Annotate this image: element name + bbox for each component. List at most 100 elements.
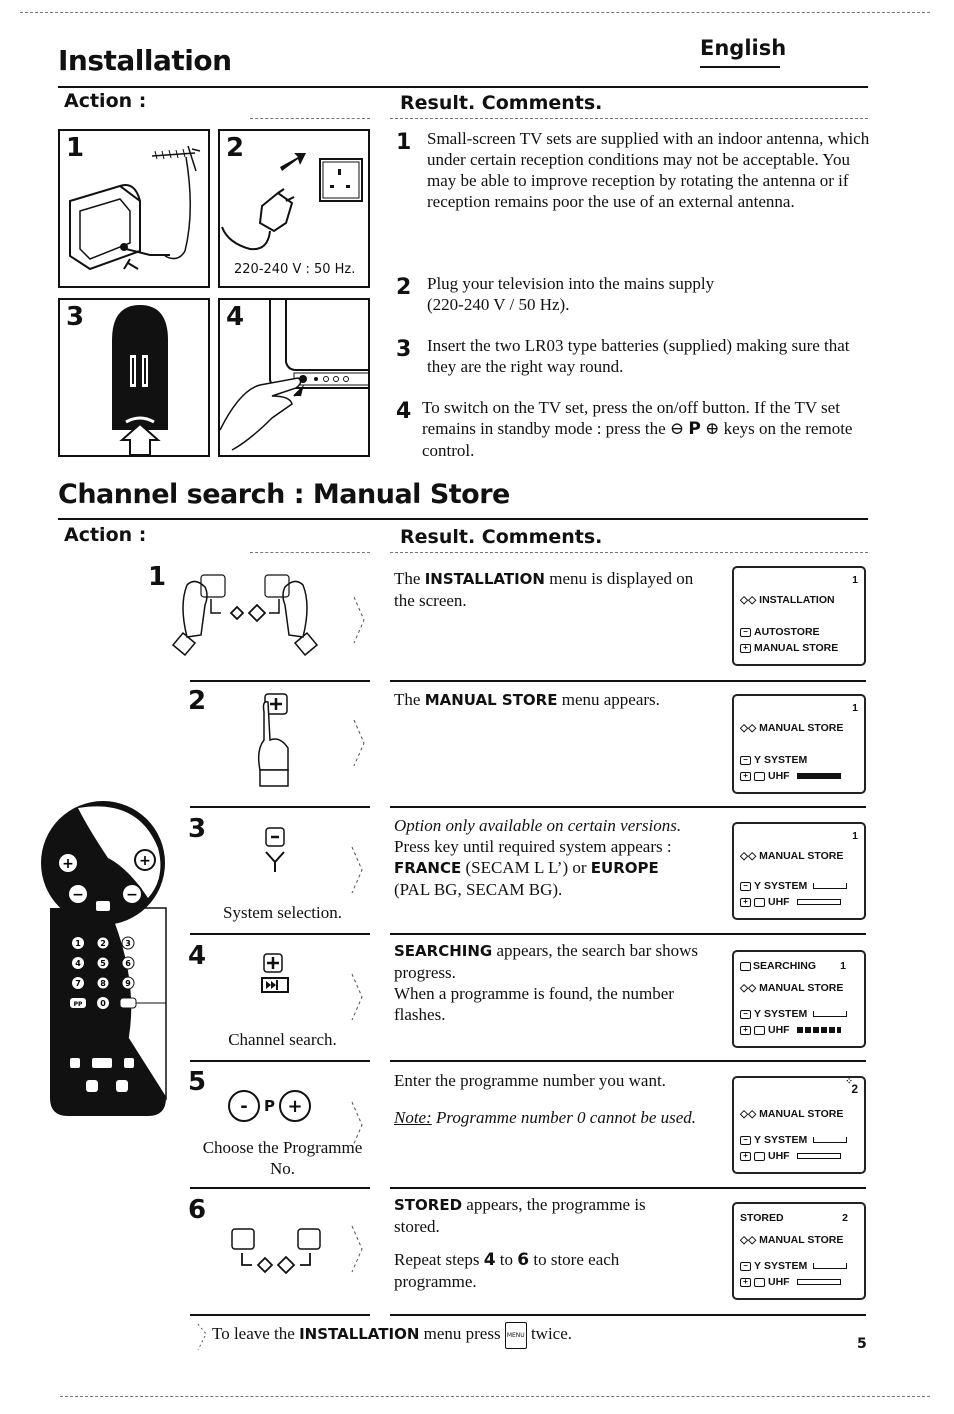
language-label: English: [700, 36, 787, 60]
search-key-icon: [754, 897, 765, 907]
screen-option: SYSTEM: [764, 1008, 808, 1020]
search-key-icon: [740, 961, 751, 971]
menu-name: INSTALLATION: [299, 1325, 420, 1343]
page-title: Installation: [58, 44, 232, 77]
step-ref: 4: [483, 1250, 496, 1270]
screen-option: AUTOSTORE: [754, 626, 820, 638]
tv-screen-installation: 1 ◇◇ INSTALLATION − AUTOSTORE + MANUAL STOR…: [732, 566, 866, 666]
screen-title: MANUAL STORE: [759, 982, 844, 994]
plus-key-search-icon: [261, 953, 289, 993]
install-step-3: 3 Insert the two LR03 type batteries (su…: [396, 335, 871, 377]
menu-diamonds-icon: ◇◇: [740, 1234, 757, 1246]
tv-screen-searching: SEARCHING 1 ◇◇ MANUAL STORE − Y SYSTEM + UHF: [732, 950, 866, 1048]
programme-number: 2: [842, 1212, 848, 1224]
row-divider: [390, 806, 866, 808]
row-divider: [190, 680, 370, 682]
system-value-bracket: [813, 1137, 848, 1143]
screen-line: − Y SYSTEM: [740, 754, 858, 766]
plus-key-icon: +: [740, 897, 751, 907]
screen-option: SYSTEM: [764, 1260, 808, 1272]
step-number: 6: [188, 1195, 207, 1225]
row-divider: [190, 806, 370, 808]
screen-option: UHF: [768, 1150, 790, 1162]
menu-name: MANUAL STORE: [424, 691, 558, 709]
screen-status: SEARCHING: [753, 960, 817, 972]
screen-programme-number: 1: [740, 702, 858, 714]
screen-line: − Y SYSTEM: [740, 880, 858, 892]
footer-note: To leave the INSTALLATION menu press MEN…: [212, 1322, 572, 1349]
step-text: Small-screen TV sets are supplied with a…: [427, 129, 870, 211]
finger-press-plus-icon: [257, 693, 289, 787]
step-3-result: Option only available on certain version…: [394, 815, 714, 900]
svg-text:2: 2: [100, 939, 106, 948]
svg-text:−: −: [126, 887, 138, 903]
antenna-icon: Y: [754, 754, 762, 766]
step-5-result: Enter the programme number you want. Not…: [394, 1070, 714, 1128]
svg-text:−: −: [72, 887, 84, 903]
flash-rays-icon: ⁘: [845, 1076, 853, 1086]
screen-line: + UHF: [740, 1024, 858, 1036]
search-progress-bar: [796, 1027, 841, 1033]
screen-option: SYSTEM: [764, 754, 808, 766]
row-divider: [390, 1187, 866, 1189]
step-number: 4: [396, 399, 412, 424]
search-bar-empty: [796, 899, 841, 905]
row-divider: [390, 1314, 866, 1316]
screen-title-row: ◇◇ MANUAL STORE: [740, 722, 858, 734]
step-6-result: STORED appears, the programme is stored.…: [394, 1194, 674, 1292]
plus-key-icon: +: [740, 643, 751, 653]
minus-key-icon: −: [740, 1009, 751, 1019]
menu-diamonds-icon: ◇◇: [740, 594, 757, 606]
antenna-icon: Y: [754, 880, 762, 892]
divider: [250, 118, 370, 119]
row-divider: [190, 933, 370, 935]
section-rule: [58, 518, 868, 520]
screen-programme-number: 1: [740, 830, 858, 842]
programme-keys: - P +: [228, 1088, 328, 1124]
result-text: Press key until required system appears …: [394, 837, 672, 856]
result-text: menu appears.: [557, 690, 660, 709]
screen-programme-number: 2 ⁘: [740, 1076, 858, 1096]
step-1-result: The INSTALLATION menu is displayed on th…: [394, 568, 704, 611]
footer-text: menu press: [419, 1324, 505, 1343]
screen-line: + UHF: [740, 1150, 858, 1162]
divider: [250, 552, 370, 553]
remote-control-illustration: + + − − 1 2 3 4 5 6 7 8 9 PP 0: [41, 801, 167, 1116]
step-text: Plug your television into the mains supp…: [427, 274, 715, 314]
result-text: When a programme is found, the number fl…: [394, 984, 674, 1024]
screen-title: MANUAL STORE: [759, 850, 844, 862]
programme-number: 1: [852, 702, 858, 714]
screen-option: MANUAL STORE: [754, 642, 839, 654]
system-value-bracket: [813, 1263, 848, 1269]
status-stored: STORED: [394, 1196, 463, 1214]
plus-key-icon: +: [740, 1151, 751, 1161]
screen-title-row: ◇◇ INSTALLATION: [740, 594, 858, 606]
menu-name: INSTALLATION: [424, 570, 545, 588]
screen-line: + MANUAL STORE: [740, 642, 858, 654]
menu-diamonds-icon: ◇◇: [740, 722, 757, 734]
screen-status: STORED: [740, 1212, 784, 1224]
screen-programme-number: 1: [740, 574, 858, 586]
result-text: to: [495, 1250, 518, 1269]
screen-line: + UHF: [740, 1276, 858, 1288]
step-number: 2: [188, 686, 207, 716]
step-caption: Channel search.: [228, 1030, 337, 1049]
step-number: 4: [188, 941, 207, 971]
tv-screen-manual-store: 1 ◇◇ MANUAL STORE − Y SYSTEM + UHF: [732, 694, 866, 794]
svg-text:8: 8: [100, 979, 106, 988]
tv-screen-stored: STORED 2 ◇◇ MANUAL STORE − Y SYSTEM + UHF: [732, 1202, 866, 1300]
screen-line: + UHF: [740, 770, 858, 782]
flashing-programme-number: 2 ⁘: [845, 1076, 858, 1096]
search-bar-full: [796, 773, 841, 779]
programme-number: 1: [852, 574, 858, 586]
screen-option: SYSTEM: [764, 880, 808, 892]
svg-text:0: 0: [100, 999, 106, 1008]
svg-text:+: +: [62, 856, 74, 872]
result-text: (SECAM L L’) or: [461, 858, 591, 877]
svg-text:5: 5: [100, 959, 106, 968]
step-caption: System selection.: [223, 903, 342, 922]
step-ref: 6: [517, 1250, 530, 1270]
option-note: Option only available on certain version…: [394, 816, 682, 835]
menu-diamonds-icon: ◇◇: [740, 982, 757, 994]
programme-p-label: P: [264, 1097, 275, 1115]
